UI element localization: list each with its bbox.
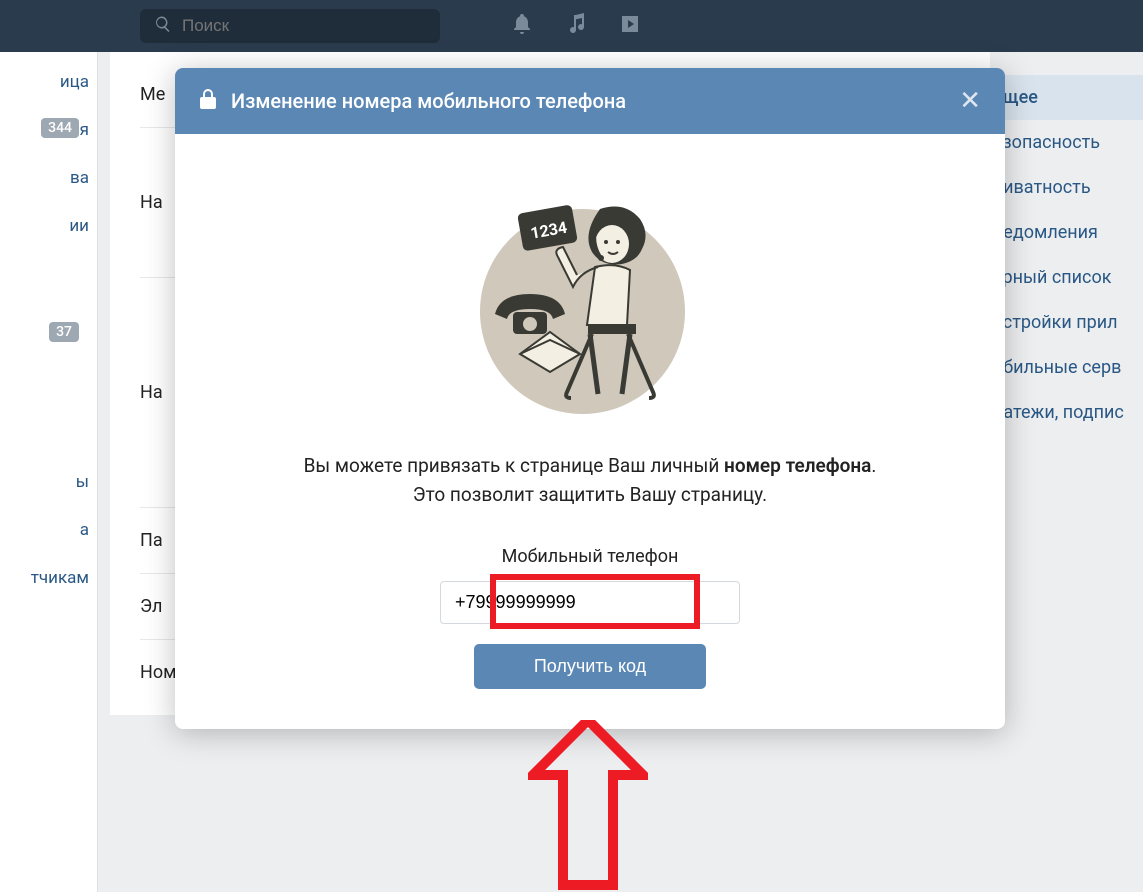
sidebar-item[interactable]: ии (0, 202, 97, 250)
sidebar-item[interactable]: а (0, 506, 97, 554)
modal-body: 1234 (175, 134, 1005, 729)
bell-icon[interactable] (510, 12, 534, 40)
right-sidebar: бщее езопасность риватность ведомления ё… (983, 75, 1143, 435)
search-box[interactable] (140, 9, 440, 43)
modal-title: Изменение номера мобильного телефона (231, 89, 626, 113)
tab-notifications[interactable]: ведомления (983, 210, 1143, 255)
get-code-button[interactable]: Получить код (474, 644, 706, 689)
modal-description-2: Это позволит защитить Вашу страницу. (215, 483, 965, 506)
left-sidebar: ица я 344 ва ии 37 ы а тчикам (0, 52, 98, 892)
sidebar-item[interactable]: ва (0, 154, 97, 202)
modal-description: Вы можете привязать к странице Ваш личны… (215, 454, 965, 477)
tab-payments[interactable]: латежи, подпис (983, 390, 1143, 435)
tab-app-settings[interactable]: астройки прил (983, 300, 1143, 345)
top-header (0, 0, 1143, 52)
modal-header: Изменение номера мобильного телефона ✕ (175, 68, 1005, 134)
badge: 344 (41, 118, 79, 138)
change-phone-modal: Изменение номера мобильного телефона ✕ 1… (175, 68, 1005, 729)
tab-mobile[interactable]: обильные серв (983, 345, 1143, 390)
setting-label: Ме (140, 84, 165, 105)
video-icon[interactable] (618, 12, 642, 40)
annotation-arrow (528, 720, 648, 890)
setting-label: Па (140, 530, 163, 551)
tab-privacy[interactable]: риватность (983, 165, 1143, 210)
search-input[interactable] (182, 16, 426, 36)
tab-general[interactable]: бщее (983, 75, 1143, 120)
close-icon[interactable]: ✕ (959, 88, 981, 114)
phone-field-label: Мобильный телефон (215, 546, 965, 567)
sidebar-item[interactable]: 37 (0, 310, 97, 338)
setting-label: На (140, 382, 163, 403)
phone-input[interactable] (440, 581, 740, 624)
sidebar-item[interactable]: я 344 (0, 106, 97, 154)
setting-label: На (140, 192, 163, 213)
tab-blacklist[interactable]: ёрный список (983, 255, 1143, 300)
tab-security[interactable]: езопасность (983, 120, 1143, 165)
sidebar-item[interactable]: тчикам (0, 554, 97, 602)
search-icon (154, 15, 172, 37)
setting-label: Эл (140, 596, 162, 617)
sidebar-item[interactable]: ы (0, 458, 97, 506)
music-icon[interactable] (564, 12, 588, 40)
top-icons (510, 12, 642, 40)
operator-illustration: 1234 (470, 184, 710, 424)
lock-icon (199, 89, 217, 113)
sidebar-item[interactable]: ица (0, 58, 97, 106)
